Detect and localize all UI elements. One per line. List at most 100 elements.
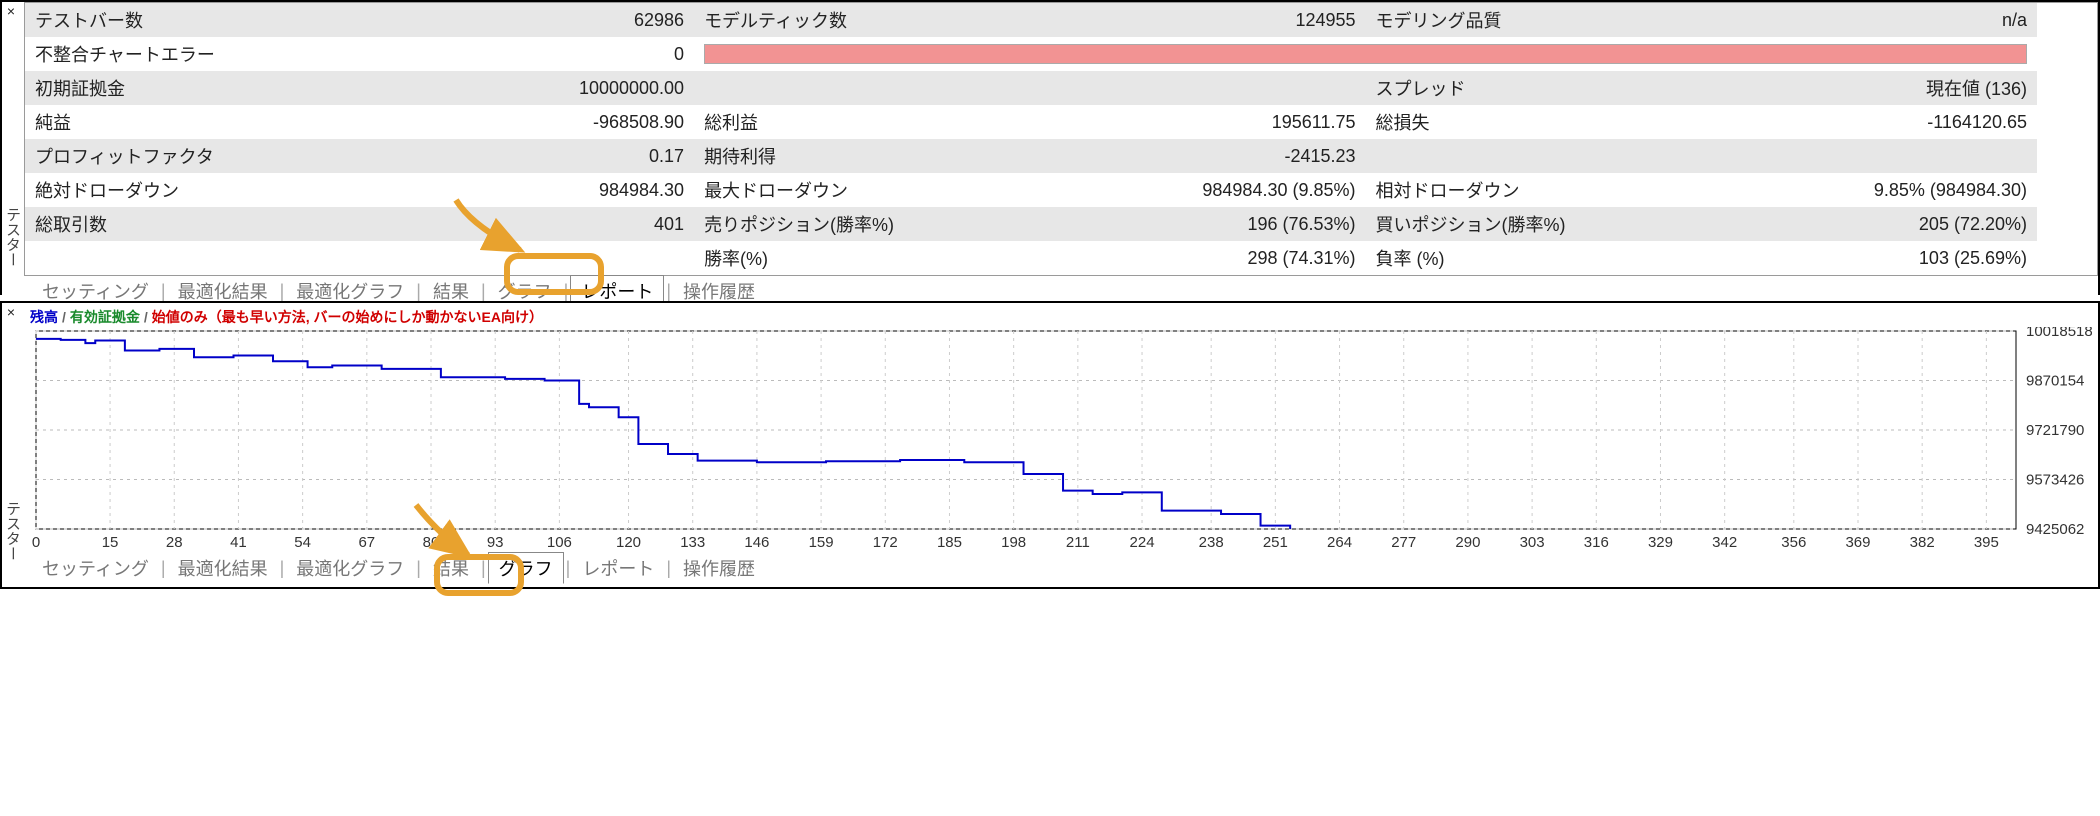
cell-value: 205 (72.20%) bbox=[1692, 207, 2037, 241]
cell-value: -968508.90 bbox=[351, 105, 694, 139]
cell-label: 最大ドローダウン bbox=[694, 173, 1021, 207]
svg-text:15: 15 bbox=[102, 534, 119, 551]
svg-text:316: 316 bbox=[1584, 534, 1609, 551]
cell-label: スプレッド bbox=[1366, 71, 1693, 105]
cell-value: -2415.23 bbox=[1021, 139, 1366, 173]
svg-text:211: 211 bbox=[1066, 534, 1090, 551]
svg-text:146: 146 bbox=[744, 534, 769, 551]
cell-label: 不整合チャートエラー bbox=[25, 37, 351, 71]
cell-label: プロフィットファクタ bbox=[25, 139, 351, 173]
cell-value: 196 (76.53%) bbox=[1021, 207, 1366, 241]
svg-text:264: 264 bbox=[1327, 534, 1352, 551]
error-bar bbox=[704, 44, 2027, 64]
svg-text:9721790: 9721790 bbox=[2026, 422, 2084, 439]
svg-text:356: 356 bbox=[1781, 534, 1806, 551]
cell-value: 0.17 bbox=[351, 139, 694, 173]
svg-text:93: 93 bbox=[487, 534, 504, 551]
cell-value: 401 bbox=[351, 207, 694, 241]
cell-label: テストバー数 bbox=[25, 3, 351, 37]
svg-text:80: 80 bbox=[423, 534, 440, 551]
cell-label: 勝率(%) bbox=[694, 241, 1021, 275]
svg-text:106: 106 bbox=[547, 534, 572, 551]
tab-セッティング[interactable]: セッティング bbox=[32, 553, 159, 583]
svg-text:9870154: 9870154 bbox=[2026, 373, 2084, 390]
cell-label: 総損失 bbox=[1366, 105, 1693, 139]
cell-value: 62986 bbox=[351, 3, 694, 37]
cell-label: モデルティック数 bbox=[694, 3, 1021, 37]
svg-text:303: 303 bbox=[1520, 534, 1545, 551]
cell-value: 984984.30 (9.85%) bbox=[1021, 173, 1366, 207]
cell-value: 984984.30 bbox=[351, 173, 694, 207]
cell-value: 10000000.00 bbox=[351, 71, 694, 105]
cell-label: 相対ドローダウン bbox=[1366, 173, 1693, 207]
tab-最適化グラフ[interactable]: 最適化グラフ bbox=[286, 553, 414, 583]
tester-label: テスター bbox=[2, 499, 23, 563]
cell-value bbox=[1021, 71, 1366, 105]
close-icon[interactable]: × bbox=[3, 3, 19, 19]
svg-text:369: 369 bbox=[1845, 534, 1870, 551]
cell-value bbox=[1692, 139, 2037, 173]
tab-最適化結果[interactable]: 最適化結果 bbox=[168, 553, 278, 583]
tab-レポート[interactable]: レポート bbox=[572, 553, 664, 583]
close-icon[interactable]: × bbox=[3, 304, 19, 320]
table-row: 純益-968508.90総利益195611.75総損失-1164120.65 bbox=[25, 105, 2097, 139]
cell-label: 初期証拠金 bbox=[25, 71, 351, 105]
cell-label: 総取引数 bbox=[25, 207, 351, 241]
svg-text:251: 251 bbox=[1263, 534, 1288, 551]
cell-label: 売りポジション(勝率%) bbox=[694, 207, 1021, 241]
cell-label: 純益 bbox=[25, 105, 351, 139]
cell-value: 現在値 (136) bbox=[1692, 71, 2037, 105]
equity-chart: 1001851898701549721790957342694250620152… bbox=[30, 327, 2092, 553]
svg-text:329: 329 bbox=[1648, 534, 1673, 551]
legend-equity: 有効証拠金 bbox=[70, 307, 140, 327]
svg-text:41: 41 bbox=[230, 534, 247, 551]
cell-label: 絶対ドローダウン bbox=[25, 173, 351, 207]
svg-text:0: 0 bbox=[32, 534, 40, 551]
cell-label bbox=[1366, 139, 1693, 173]
cell-label: モデリング品質 bbox=[1366, 3, 1693, 37]
cell-label bbox=[25, 241, 351, 275]
cell-label: 期待利得 bbox=[694, 139, 1021, 173]
tab-結果[interactable]: 結果 bbox=[423, 553, 479, 583]
svg-text:290: 290 bbox=[1455, 534, 1480, 551]
svg-text:67: 67 bbox=[358, 534, 375, 551]
cell-value: -1164120.65 bbox=[1692, 105, 2037, 139]
svg-text:238: 238 bbox=[1199, 534, 1224, 551]
tab-bar: セッティング|最適化結果|最適化グラフ|結果|グラフ|レポート|操作履歴 bbox=[2, 553, 2098, 583]
tab-グラフ[interactable]: グラフ bbox=[488, 552, 564, 584]
cell-value: 298 (74.31%) bbox=[1021, 241, 1366, 275]
table-row: 初期証拠金10000000.00 スプレッド現在値 (136) bbox=[25, 71, 2097, 105]
svg-text:198: 198 bbox=[1001, 534, 1026, 551]
cell-value: 9.85% (984984.30) bbox=[1692, 173, 2037, 207]
svg-text:277: 277 bbox=[1391, 534, 1416, 551]
svg-text:54: 54 bbox=[294, 534, 311, 551]
svg-text:159: 159 bbox=[809, 534, 834, 551]
svg-text:9573426: 9573426 bbox=[2026, 472, 2084, 489]
svg-text:395: 395 bbox=[1974, 534, 1999, 551]
tester-label: テスター bbox=[2, 205, 23, 269]
cell-label: 負率 (%) bbox=[1366, 241, 1693, 275]
cell-value bbox=[351, 241, 694, 275]
svg-text:10018518: 10018518 bbox=[2026, 327, 2092, 340]
tab-操作履歴[interactable]: 操作履歴 bbox=[673, 553, 765, 583]
cell-label bbox=[694, 71, 1021, 105]
cell-label: 総利益 bbox=[694, 105, 1021, 139]
cell-value: 103 (25.69%) bbox=[1692, 241, 2037, 275]
table-row: 総取引数401売りポジション(勝率%)196 (76.53%)買いポジション(勝… bbox=[25, 207, 2097, 241]
svg-text:185: 185 bbox=[937, 534, 962, 551]
table-row: 勝率(%)298 (74.31%)負率 (%)103 (25.69%) bbox=[25, 241, 2097, 275]
cell-value: n/a bbox=[1692, 3, 2037, 37]
report-table: テストバー数62986モデルティック数124955モデリング品質n/a不整合チャ… bbox=[25, 3, 2097, 275]
cell-value: 195611.75 bbox=[1021, 105, 1366, 139]
table-row: プロフィットファクタ0.17期待利得-2415.23 bbox=[25, 139, 2097, 173]
svg-text:342: 342 bbox=[1712, 534, 1737, 551]
table-row: 不整合チャートエラー0 bbox=[25, 37, 2097, 71]
svg-text:382: 382 bbox=[1910, 534, 1935, 551]
svg-text:224: 224 bbox=[1130, 534, 1155, 551]
legend-balance: 残高 bbox=[30, 307, 58, 327]
legend-open-only: 始値のみ（最も早い方法, バーの始めにしか動かないEA向け） bbox=[152, 307, 543, 327]
table-row: テストバー数62986モデルティック数124955モデリング品質n/a bbox=[25, 3, 2097, 37]
svg-text:120: 120 bbox=[616, 534, 641, 551]
cell-value: 0 bbox=[351, 37, 694, 71]
table-row: 絶対ドローダウン984984.30最大ドローダウン984984.30 (9.85… bbox=[25, 173, 2097, 207]
